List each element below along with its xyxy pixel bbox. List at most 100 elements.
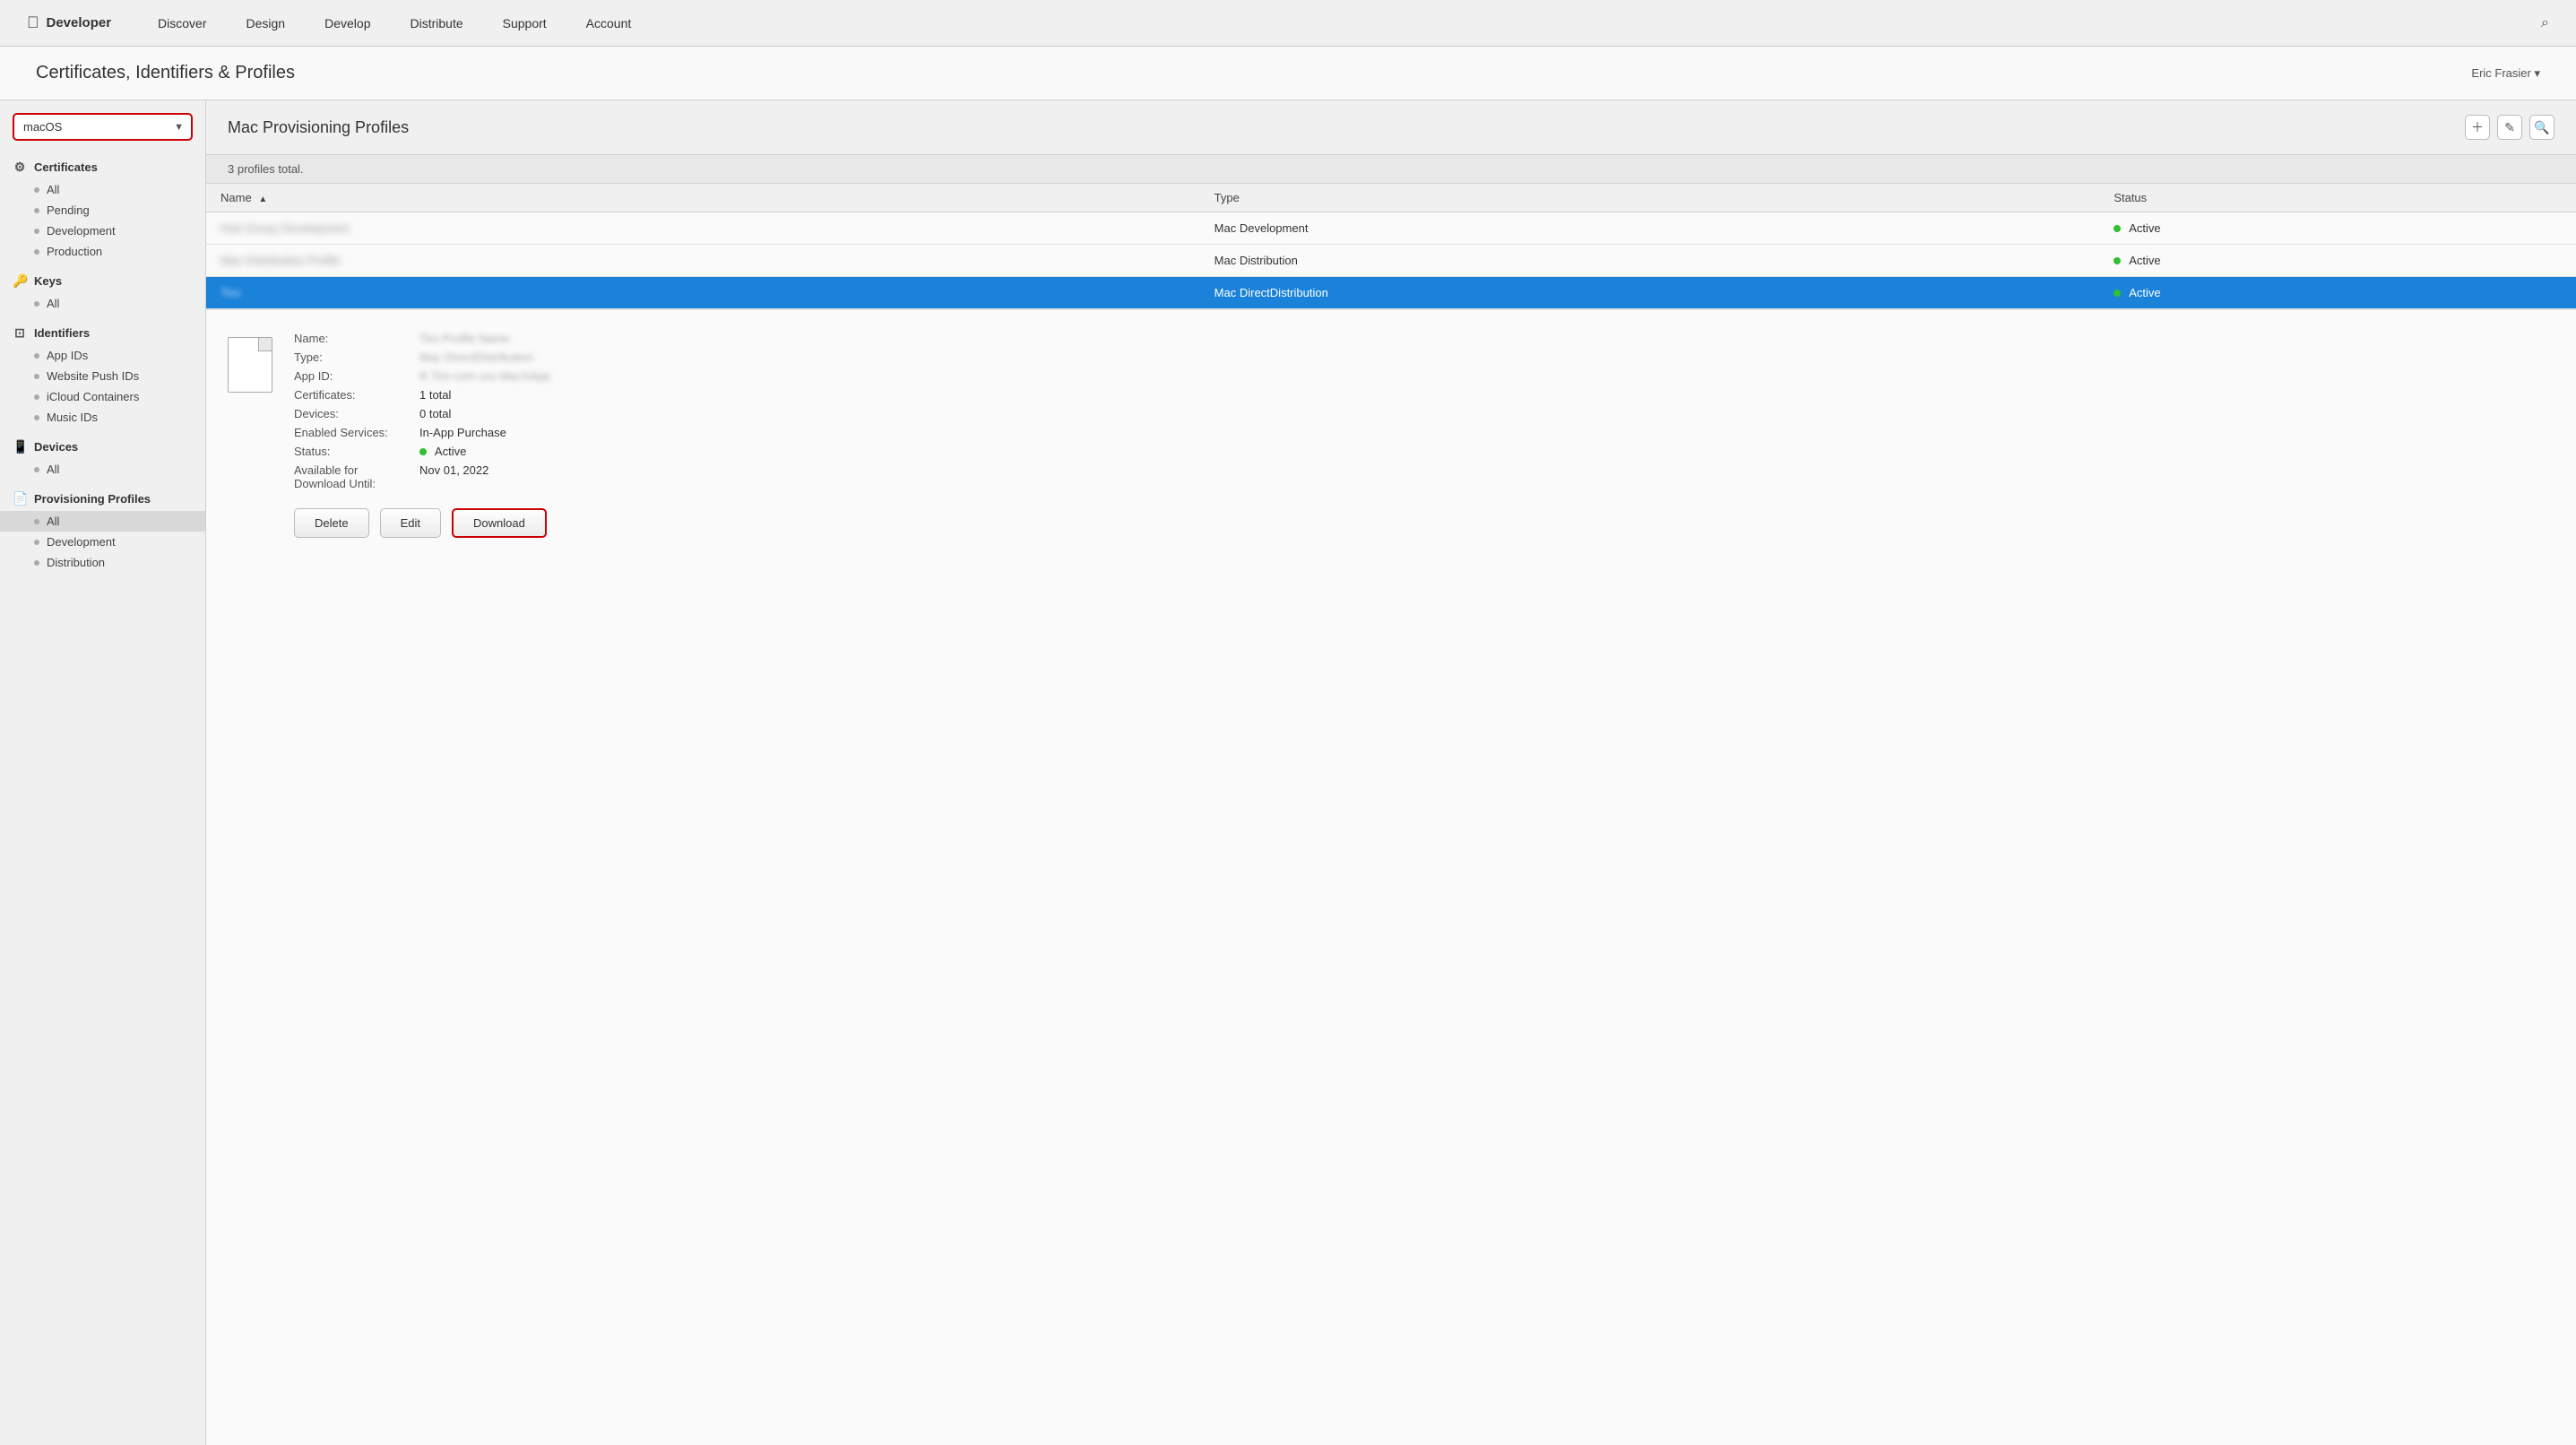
nav-discover[interactable]: Discover — [138, 0, 226, 47]
sidebar-item-identifiers-appids[interactable]: App IDs — [0, 345, 205, 366]
detail-available-row: Available forDownload Until: Nov 01, 202… — [294, 463, 2554, 490]
nav-support[interactable]: Support — [483, 0, 566, 47]
page-title: Certificates, Identifiers & Profiles — [36, 63, 295, 83]
detail-name-value: Tiro Profile Name — [419, 332, 510, 345]
detail-devices-label: Devices: — [294, 407, 419, 420]
sidebar-item-provisioning-development[interactable]: Development — [0, 532, 205, 552]
download-button[interactable]: Download — [452, 508, 547, 538]
sidebar-section-header-identifiers[interactable]: ⊡ Identifiers — [0, 321, 205, 345]
sidebar-section-devices: 📱 Devices All — [0, 435, 205, 480]
dot-icon — [34, 540, 39, 545]
content-header: Mac Provisioning Profiles ＋ ✎ 🔍 — [206, 100, 2576, 155]
sidebar-item-provisioning-distribution[interactable]: Distribution — [0, 552, 205, 573]
device-icon: 📱 — [13, 439, 27, 454]
sidebar-item-label: Pending — [47, 203, 90, 217]
detail-services-row: Enabled Services: In-App Purchase — [294, 426, 2554, 439]
platform-select-wrapper[interactable]: macOS iOS tvOS watchOS ▼ — [13, 113, 193, 141]
detail-services-label: Enabled Services: — [294, 426, 419, 439]
page-header: Certificates, Identifiers & Profiles Eri… — [0, 47, 2576, 100]
table-header-type[interactable]: Type — [1200, 184, 2100, 212]
sidebar-section-header-certificates[interactable]: ⚙ Certificates — [0, 155, 205, 179]
sidebar-section-provisioning: 📄 Provisioning Profiles All Development … — [0, 487, 205, 573]
keys-label: Keys — [34, 274, 62, 288]
dot-icon — [34, 249, 39, 255]
dot-icon — [34, 394, 39, 400]
nav-account[interactable]: Account — [566, 0, 652, 47]
sidebar-item-certs-pending[interactable]: Pending — [0, 200, 205, 221]
file-icon — [228, 337, 272, 393]
detail-name-label: Name: — [294, 332, 419, 345]
sidebar-item-label: All — [47, 515, 59, 528]
sidebar-item-identifiers-icloudcontainers[interactable]: iCloud Containers — [0, 386, 205, 407]
dot-icon — [34, 353, 39, 359]
identifier-icon: ⊡ — [13, 325, 27, 341]
sidebar-section-header-keys[interactable]: 🔑 Keys — [0, 269, 205, 293]
sidebar-item-provisioning-all[interactable]: All — [0, 511, 205, 532]
delete-button[interactable]: Delete — [294, 508, 369, 538]
table-header-name[interactable]: Name ▲ — [206, 184, 1200, 212]
sidebar-item-label: iCloud Containers — [47, 390, 139, 403]
sidebar-item-certs-development[interactable]: Development — [0, 221, 205, 241]
dot-icon — [34, 560, 39, 566]
main-layout: macOS iOS tvOS watchOS ▼ ⚙ Certificates … — [0, 100, 2576, 1445]
detail-available-label: Available forDownload Until: — [294, 463, 419, 490]
sidebar-section-header-provisioning[interactable]: 📄 Provisioning Profiles — [0, 487, 205, 511]
dot-icon — [34, 415, 39, 420]
detail-status-label: Status: — [294, 445, 419, 458]
search-button[interactable]: 🔍 — [2529, 115, 2554, 140]
sidebar-item-label: Production — [47, 245, 102, 258]
nav-distribute[interactable]: Distribute — [390, 0, 482, 47]
sidebar-item-label: Development — [47, 535, 116, 549]
add-button[interactable]: ＋ — [2465, 115, 2490, 140]
sidebar-item-certs-production[interactable]: Production — [0, 241, 205, 262]
dot-icon — [34, 187, 39, 193]
detail-info: Name: Tiro Profile Name Type: Mac Direct… — [294, 332, 2554, 538]
detail-certs-label: Certificates: — [294, 388, 419, 402]
edit-button[interactable]: Edit — [380, 508, 441, 538]
detail-certs-row: Certificates: 1 total — [294, 388, 2554, 402]
search-icon[interactable]: ⌕ — [2541, 15, 2549, 31]
detail-services-value: In-App Purchase — [419, 426, 506, 439]
sidebar-item-identifiers-musicids[interactable]: Music IDs — [0, 407, 205, 428]
sidebar-item-devices-all[interactable]: All — [0, 459, 205, 480]
identifiers-label: Identifiers — [34, 326, 90, 340]
nav-design[interactable]: Design — [227, 0, 306, 47]
logo-area:  Developer — [27, 13, 111, 32]
row-status: Active — [2099, 212, 2576, 245]
row-type: Mac DirectDistribution — [1200, 277, 2100, 309]
row-name: Hub Group Development — [206, 212, 1200, 245]
table-row[interactable]: Mac Distribution Profile Mac Distributio… — [206, 245, 2576, 277]
detail-devices-value: 0 total — [419, 407, 451, 420]
sidebar-section-header-devices[interactable]: 📱 Devices — [0, 435, 205, 459]
edit-filter-button[interactable]: ✎ — [2497, 115, 2522, 140]
table-row-selected[interactable]: Tiro Mac DirectDistribution Active — [206, 277, 2576, 309]
detail-status-row: Status: Active — [294, 445, 2554, 458]
dot-icon — [34, 467, 39, 472]
content-header-actions: ＋ ✎ 🔍 — [2465, 115, 2554, 140]
sort-arrow-icon: ▲ — [258, 195, 267, 204]
detail-available-value: Nov 01, 2022 — [419, 463, 488, 490]
sidebar-item-keys-all[interactable]: All — [0, 293, 205, 314]
sidebar-item-label: All — [47, 463, 59, 476]
key-icon: 🔑 — [13, 273, 27, 289]
row-status: Active — [2099, 277, 2576, 309]
row-type: Mac Distribution — [1200, 245, 2100, 277]
detail-appid-value: R Tiro com xxx MacXApp — [419, 369, 550, 383]
certificate-icon: ⚙ — [13, 160, 27, 175]
row-status: Active — [2099, 245, 2576, 277]
user-account[interactable]: Eric Frasier ▾ — [2471, 66, 2540, 81]
developer-label: Developer — [47, 15, 112, 30]
platform-select[interactable]: macOS iOS tvOS watchOS — [13, 113, 193, 141]
sidebar-section-certificates: ⚙ Certificates All Pending Development P… — [0, 155, 205, 262]
detail-devices-row: Devices: 0 total — [294, 407, 2554, 420]
sidebar-item-label: All — [47, 297, 59, 310]
detail-name-row: Name: Tiro Profile Name — [294, 332, 2554, 345]
blurred-name: Mac Distribution Profile — [220, 254, 341, 267]
table-row[interactable]: Hub Group Development Mac Development Ac… — [206, 212, 2576, 245]
sidebar-item-certs-all[interactable]: All — [0, 179, 205, 200]
nav-develop[interactable]: Develop — [305, 0, 390, 47]
sidebar: macOS iOS tvOS watchOS ▼ ⚙ Certificates … — [0, 100, 206, 1445]
sidebar-item-identifiers-websitepushids[interactable]: Website Push IDs — [0, 366, 205, 386]
table-header-status[interactable]: Status — [2099, 184, 2576, 212]
sidebar-item-label: Distribution — [47, 556, 105, 569]
